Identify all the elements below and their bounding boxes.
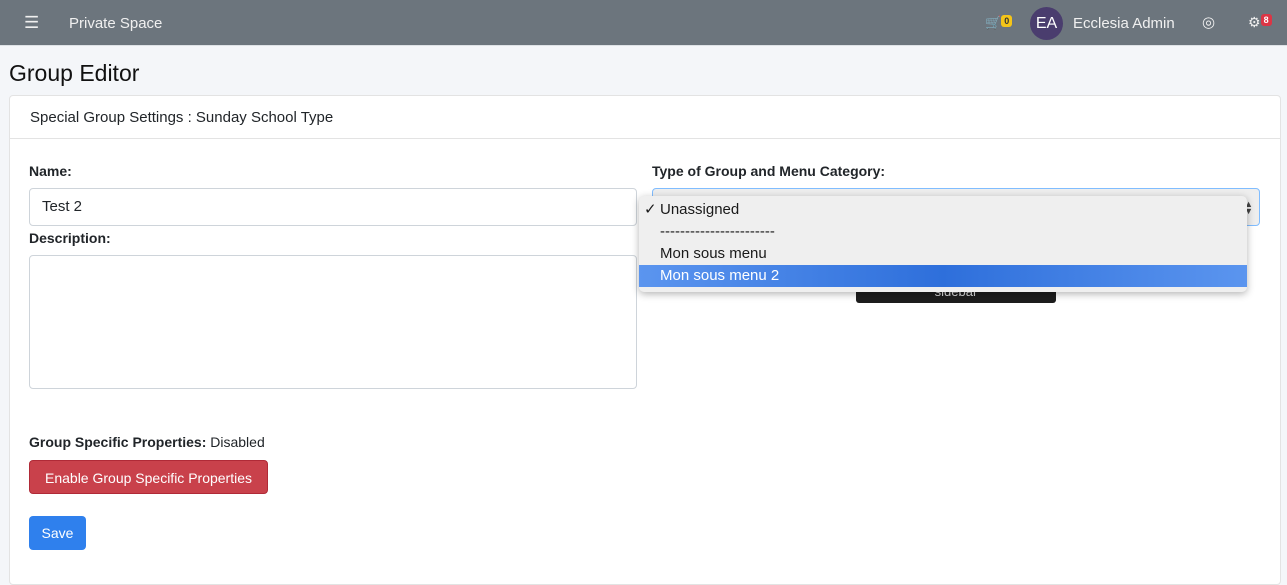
option-mon-sous-menu-2[interactable]: Mon sous menu 2: [639, 265, 1247, 287]
props-status: Disabled: [210, 434, 265, 450]
gear-icon: ⚙: [1248, 14, 1261, 30]
option-label: Mon sous menu 2: [660, 267, 780, 284]
user-name[interactable]: Ecclesia Admin: [1073, 15, 1175, 32]
option-unassigned[interactable]: ✓ Unassigned: [639, 199, 1247, 221]
cart-icon: 🛒: [985, 15, 1002, 30]
type-label: Type of Group and Menu Category:: [652, 163, 886, 179]
type-dropdown-menu: ✓ Unassigned ----------------------- Mon …: [639, 196, 1247, 292]
top-navbar: ☰ Private Space 🛒 0 EA Ecclesia Admin ◎ ⚙…: [0, 0, 1287, 46]
cart-badge: 0: [1001, 15, 1013, 27]
group-properties-status: Group Specific Properties: Disabled: [29, 434, 265, 450]
option-label: Unassigned: [660, 201, 740, 218]
name-label: Name:: [29, 163, 72, 179]
enable-properties-button[interactable]: Enable Group Specific Properties: [29, 460, 268, 494]
props-label: Group Specific Properties:: [29, 434, 207, 450]
lifebuoy-icon[interactable]: ◎: [1202, 13, 1215, 31]
settings-button[interactable]: ⚙ 8: [1248, 14, 1272, 31]
card-header: Special Group Settings : Sunday School T…: [10, 96, 1280, 139]
option-mon-sous-menu[interactable]: Mon sous menu: [639, 243, 1247, 265]
save-button[interactable]: Save: [29, 516, 86, 550]
cart-button[interactable]: 🛒 0: [985, 15, 1013, 31]
option-separator: -----------------------: [639, 221, 1247, 243]
hamburger-icon[interactable]: ☰: [24, 13, 39, 33]
option-label: -----------------------: [660, 223, 775, 240]
brand-link[interactable]: Private Space: [69, 15, 162, 32]
checkmark-icon: ✓: [644, 201, 657, 218]
name-input[interactable]: Test 2: [29, 188, 637, 226]
description-textarea[interactable]: [29, 255, 637, 389]
option-label: Mon sous menu: [660, 245, 767, 262]
avatar[interactable]: EA: [1030, 7, 1063, 40]
settings-badge: 8: [1260, 14, 1272, 26]
page-title: Group Editor: [9, 60, 140, 86]
description-label: Description:: [29, 230, 111, 246]
